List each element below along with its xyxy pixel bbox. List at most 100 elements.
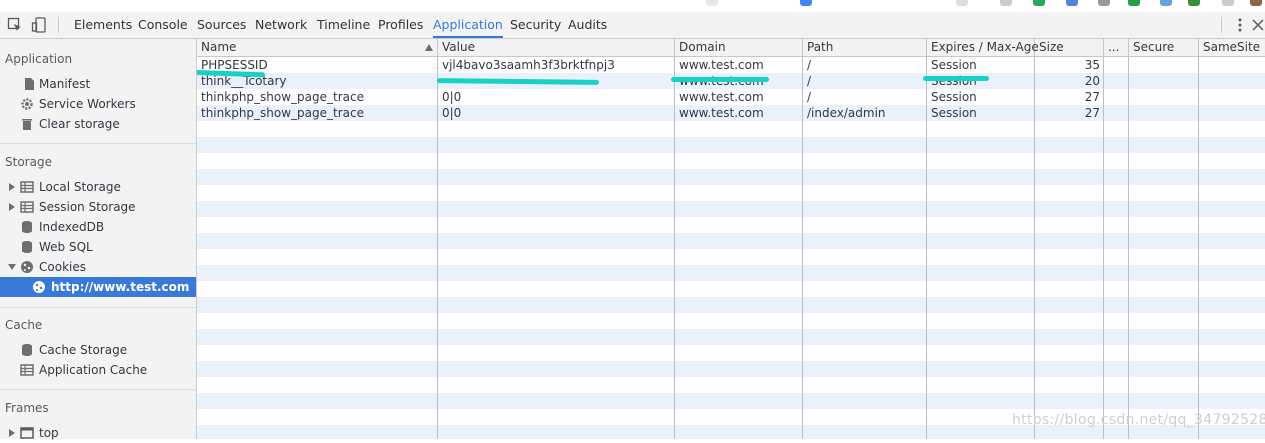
section-divider	[0, 389, 196, 390]
tab-elements[interactable]: Elements	[74, 12, 132, 38]
sidebar-item-label: IndexedDB	[39, 220, 105, 234]
column-divider[interactable]	[674, 57, 675, 439]
sidebar-item-cookies[interactable]: Cookies	[0, 257, 196, 277]
device-toolbar-icon[interactable]	[31, 17, 47, 33]
column-header-label: Path	[807, 40, 834, 54]
cell-size: 20	[1084, 74, 1100, 88]
sidebar-item-application-cache[interactable]: Application Cache	[0, 360, 196, 380]
column-divider[interactable]	[1198, 57, 1199, 439]
cell-path: /	[807, 90, 812, 104]
close-icon[interactable]	[1250, 17, 1265, 33]
cell-expires: Session	[931, 90, 977, 104]
tab-audits[interactable]: Audits	[568, 12, 607, 38]
column-header-size[interactable]: Size	[1035, 39, 1104, 56]
row-stripe	[197, 329, 1265, 345]
inspect-element-icon[interactable]	[7, 17, 23, 33]
column-header-label: Domain	[679, 40, 726, 54]
cart-icon[interactable]	[1000, 0, 1012, 6]
table-row[interactable]: thinkphp_show_page_trace 0|0 www.test.co…	[197, 89, 1265, 105]
cell-value: 0|0	[442, 106, 462, 120]
frame-icon	[20, 427, 34, 439]
extension-shield-icon[interactable]	[1128, 0, 1140, 6]
search-icon[interactable]	[956, 0, 968, 6]
more-menu-icon[interactable]	[1232, 17, 1248, 33]
cell-name: thinkphp_show_page_trace	[201, 90, 364, 104]
column-header-name[interactable]: Name	[197, 39, 438, 56]
sidebar-item-frame-top[interactable]: top	[0, 423, 196, 443]
column-divider[interactable]	[1034, 57, 1035, 439]
extension-blue-icon[interactable]	[1066, 0, 1078, 6]
column-header-value[interactable]: Value	[438, 39, 675, 56]
column-divider[interactable]	[802, 57, 803, 439]
column-header-label: Secure	[1133, 40, 1175, 54]
extension-gray-icon[interactable]	[1098, 0, 1110, 6]
column-divider[interactable]	[437, 57, 438, 439]
highlight-mark-expires	[923, 76, 989, 81]
column-divider[interactable]	[926, 57, 927, 439]
cell-size: 35	[1084, 58, 1100, 72]
expand-arrow-icon[interactable]	[9, 429, 15, 437]
column-header-secure[interactable]: Secure	[1129, 39, 1199, 56]
row-stripe	[197, 137, 1265, 153]
sidebar-item-label: Manifest	[39, 77, 91, 91]
section-divider	[0, 307, 196, 308]
bookmark-star-icon[interactable]	[706, 0, 718, 6]
row-stripe	[197, 297, 1265, 313]
sidebar-item-label: top	[39, 426, 59, 440]
cell-path: /	[807, 74, 812, 88]
row-stripe	[197, 361, 1265, 377]
cell-domain: www.test.com	[679, 58, 764, 72]
table-row[interactable]: PHPSESSID vjl4bavo3saamh3f3brktfnpj3 www…	[197, 57, 1265, 73]
column-divider[interactable]	[1128, 57, 1129, 439]
column-header-label: Size	[1039, 40, 1064, 54]
cell-value: 0|0	[442, 90, 462, 104]
table-row[interactable]: thinkphp_show_page_trace 0|0 www.test.co…	[197, 105, 1265, 121]
collapse-arrow-icon[interactable]	[8, 264, 16, 270]
sidebar-item-label: Cache Storage	[39, 343, 128, 357]
column-header-domain[interactable]: Domain	[675, 39, 803, 56]
chrome-extension-icon[interactable]	[800, 0, 812, 6]
tab-network[interactable]: Network	[255, 12, 307, 38]
sidebar-item-cookie-origin[interactable]: http://www.test.com	[0, 277, 196, 297]
sidebar-item-session-storage[interactable]: Session Storage	[0, 197, 196, 217]
grid-icon	[20, 181, 34, 193]
extension-green-icon[interactable]	[1033, 0, 1045, 6]
column-header-http[interactable]: ...	[1104, 39, 1129, 56]
tab-sources[interactable]: Sources	[197, 12, 246, 38]
section-title-storage: Storage	[5, 155, 52, 169]
sidebar-item-indexeddb[interactable]: IndexedDB	[0, 217, 196, 237]
sidebar-item-clear-storage[interactable]: Clear storage	[0, 114, 196, 134]
sidebar-item-cache-storage[interactable]: Cache Storage	[0, 340, 196, 360]
column-header-expires[interactable]: Expires / Max-Age	[927, 39, 1039, 56]
tab-profiles[interactable]: Profiles	[378, 12, 423, 38]
column-divider[interactable]	[1103, 57, 1104, 439]
menu-dots-icon[interactable]	[1222, 0, 1234, 6]
column-header-samesite[interactable]: SameSite	[1199, 39, 1265, 56]
row-stripe	[197, 265, 1265, 281]
tab-timeline[interactable]: Timeline	[317, 12, 370, 38]
expand-arrow-icon[interactable]	[9, 203, 15, 211]
sort-ascending-icon	[425, 44, 433, 51]
cell-path: /	[807, 58, 812, 72]
column-header-path[interactable]: Path	[803, 39, 927, 56]
sidebar-item-manifest[interactable]: Manifest	[0, 74, 196, 94]
manifest-icon	[25, 78, 34, 90]
tab-application[interactable]: Application	[433, 12, 503, 38]
avatar[interactable]	[1250, 0, 1262, 6]
sidebar-item-local-storage[interactable]: Local Storage	[0, 177, 196, 197]
sidebar-item-service-workers[interactable]: Service Workers	[0, 94, 196, 114]
sidebar-item-label: Clear storage	[39, 117, 120, 131]
extension-diamond-icon[interactable]	[1160, 0, 1172, 6]
cookie-icon	[21, 261, 33, 273]
table-header: Name Value Domain Path Expires / Max-Age…	[197, 39, 1265, 57]
devtools-toolbar: Elements Console Sources Network Timelin…	[0, 12, 1265, 39]
cookie-icon	[33, 281, 45, 293]
extension-colorful-icon[interactable]	[1188, 0, 1200, 6]
sidebar-item-web-sql[interactable]: Web SQL	[0, 237, 196, 257]
expand-arrow-icon[interactable]	[9, 183, 15, 191]
tab-console[interactable]: Console	[138, 12, 188, 38]
row-stripe	[197, 233, 1265, 249]
gear-icon	[21, 98, 33, 110]
tab-security[interactable]: Security	[510, 12, 561, 38]
section-title-application: Application	[5, 52, 73, 66]
